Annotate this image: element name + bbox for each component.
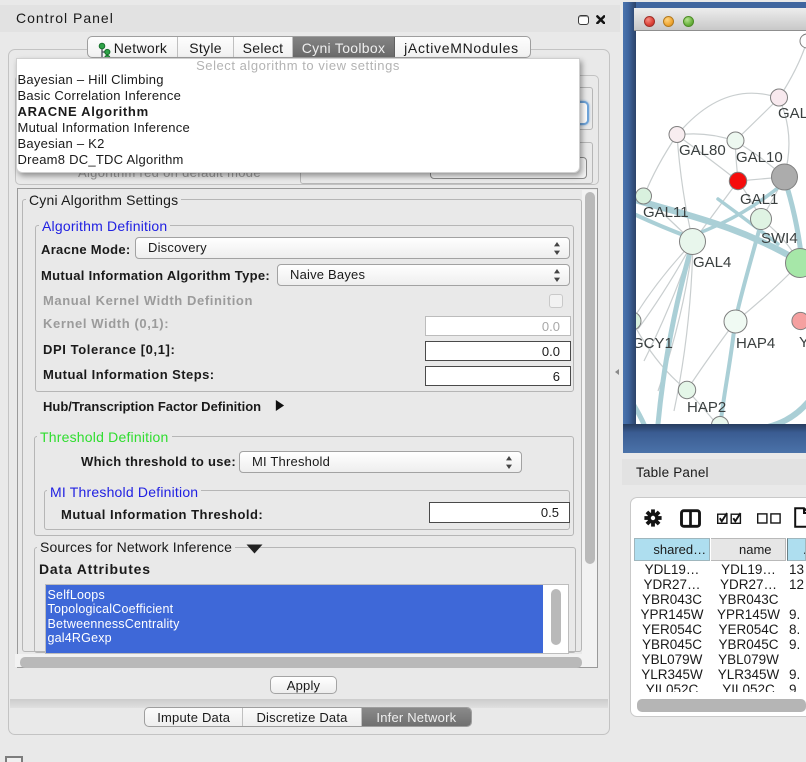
svg-text:GAL10: GAL10 xyxy=(736,149,783,166)
svg-text:SWI4: SWI4 xyxy=(761,230,798,247)
svg-text:HAP2: HAP2 xyxy=(687,399,726,416)
svg-text:GAL1: GAL1 xyxy=(740,191,778,208)
svg-text:GAL80: GAL80 xyxy=(679,142,726,159)
svg-text:GAL2: GAL2 xyxy=(778,105,806,122)
svg-text:YEL: YEL xyxy=(799,334,806,351)
svg-text:HAP4: HAP4 xyxy=(736,335,775,352)
svg-text:GAL11: GAL11 xyxy=(643,204,689,221)
svg-text:GCY1: GCY1 xyxy=(636,335,673,352)
svg-text:GAL4: GAL4 xyxy=(693,254,731,271)
